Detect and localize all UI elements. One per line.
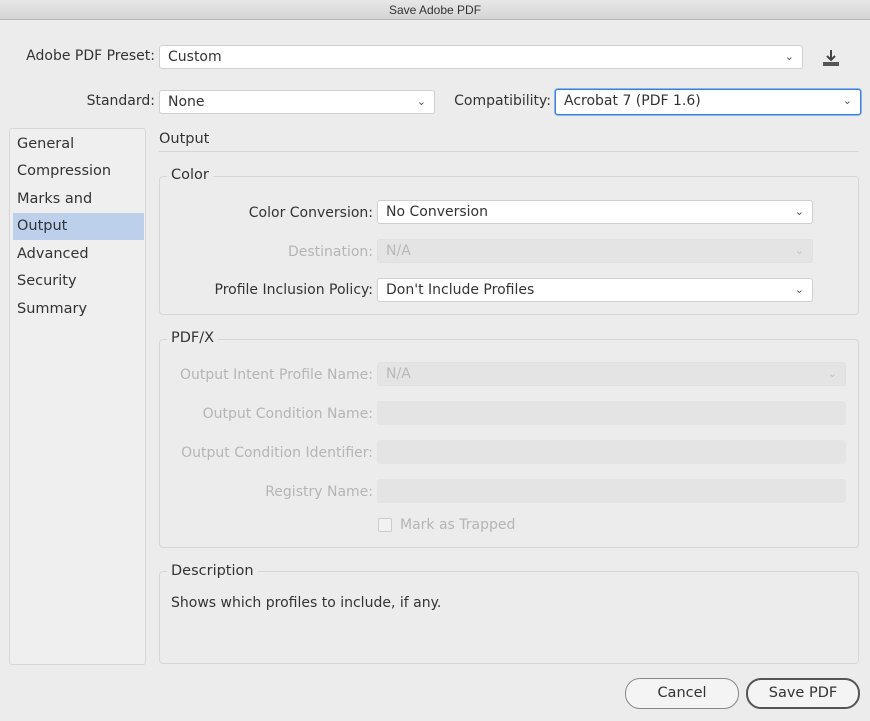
- sidebar-item-summary[interactable]: Summary: [13, 296, 144, 323]
- output-condition-name-input: [377, 401, 846, 425]
- sidebar-item-security[interactable]: Security: [13, 268, 144, 295]
- sidebar-item-marks-and-bleeds[interactable]: Marks and Bleeds: [13, 186, 144, 234]
- sidebar-item-advanced[interactable]: Advanced: [13, 241, 144, 268]
- standard-label: Standard:: [86, 93, 155, 109]
- save-preset-icon[interactable]: [820, 48, 842, 68]
- compatibility-select[interactable]: Acrobat 7 (PDF 1.6) ⌄: [555, 89, 861, 115]
- registry-name-input: [377, 479, 846, 503]
- chevron-down-icon: ⌄: [827, 367, 837, 380]
- destination-select: N/A ⌄: [377, 239, 813, 263]
- chevron-down-icon: ⌄: [794, 283, 804, 296]
- chevron-down-icon: ⌄: [842, 94, 852, 107]
- destination-label: Destination:: [287, 244, 373, 260]
- color-conversion-select[interactable]: No Conversion ⌄: [377, 200, 813, 224]
- output-intent-label: Output Intent Profile Name:: [180, 367, 373, 383]
- save-pdf-button[interactable]: Save PDF: [746, 678, 860, 709]
- destination-value: N/A: [386, 243, 411, 259]
- chevron-down-icon: ⌄: [794, 205, 804, 218]
- registry-name-label: Registry Name:: [265, 484, 373, 500]
- description-group: [159, 571, 859, 664]
- chevron-down-icon: ⌄: [784, 50, 794, 63]
- description-legend: Description: [167, 563, 258, 579]
- mark-as-trapped-checkbox: [378, 518, 392, 532]
- profile-policy-select[interactable]: Don't Include Profiles ⌄: [377, 278, 813, 302]
- sidebar-item-general[interactable]: General: [13, 131, 144, 158]
- preset-value: Custom: [168, 49, 222, 65]
- mark-as-trapped-label: Mark as Trapped: [400, 517, 516, 533]
- window-title: Save Adobe PDF: [0, 0, 870, 20]
- chevron-down-icon: ⌄: [794, 244, 804, 257]
- chevron-down-icon: ⌄: [416, 95, 426, 108]
- cancel-button[interactable]: Cancel: [625, 678, 739, 709]
- compatibility-label: Compatibility:: [454, 93, 551, 109]
- output-intent-select: N/A ⌄: [377, 362, 846, 386]
- profile-policy-label: Profile Inclusion Policy:: [214, 282, 373, 298]
- standard-value: None: [168, 94, 205, 110]
- color-conversion-label: Color Conversion:: [248, 205, 373, 221]
- color-legend: Color: [167, 167, 213, 183]
- standard-select[interactable]: None ⌄: [159, 90, 435, 114]
- output-condition-identifier-input: [377, 440, 846, 464]
- sidebar-item-compression[interactable]: Compression: [13, 158, 144, 185]
- color-conversion-value: No Conversion: [386, 204, 488, 220]
- output-condition-identifier-label: Output Condition Identifier:: [181, 445, 373, 461]
- output-condition-name-label: Output Condition Name:: [202, 406, 373, 422]
- pdfx-legend: PDF/X: [167, 330, 219, 346]
- sidebar: General Compression Marks and Bleeds Out…: [9, 128, 146, 665]
- output-intent-value: N/A: [386, 366, 411, 382]
- description-text: Shows which profiles to include, if any.: [171, 595, 442, 611]
- section-title: Output: [159, 131, 210, 147]
- compatibility-value: Acrobat 7 (PDF 1.6): [564, 93, 701, 109]
- preset-label: Adobe PDF Preset:: [26, 48, 155, 64]
- preset-select[interactable]: Custom ⌄: [159, 45, 803, 69]
- divider: [159, 151, 859, 152]
- sidebar-item-output[interactable]: Output: [13, 213, 144, 240]
- profile-policy-value: Don't Include Profiles: [386, 282, 535, 298]
